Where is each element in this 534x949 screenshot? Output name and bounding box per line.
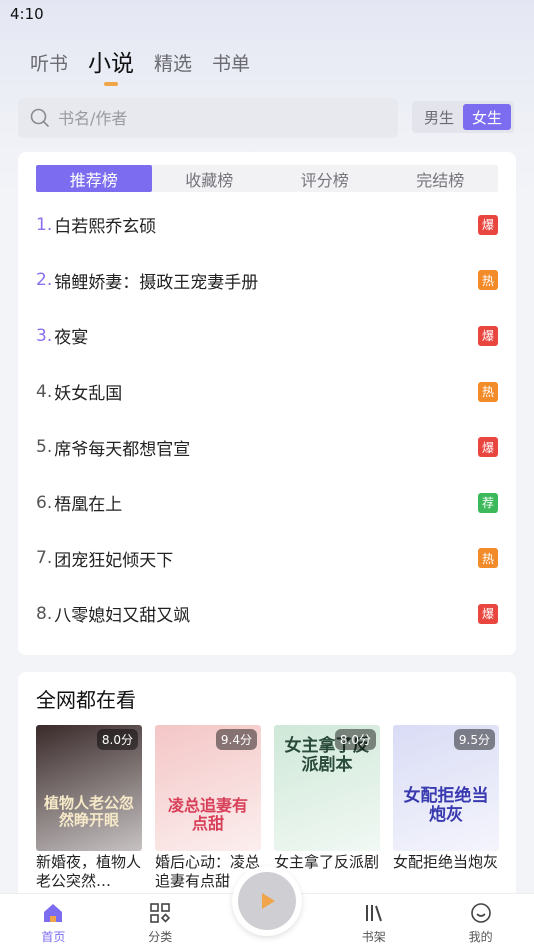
rank-badge: 爆 — [478, 437, 498, 458]
tab-novel[interactable]: 小说 — [88, 50, 134, 78]
book-card[interactable]: 女主拿了反派剧本8.0分女主拿了反派剧本 — [274, 725, 380, 891]
male-button[interactable]: 男生 — [415, 104, 463, 130]
rank-item[interactable]: 7. 团宠狂妃倾天下 热 — [36, 531, 498, 587]
rank-badge: 热 — [478, 381, 498, 402]
rank-number: 3. — [36, 325, 53, 346]
rank-title: 锦鲤娇妻：摄政王宠妻手册 — [54, 272, 259, 293]
rank-badge: 爆 — [478, 603, 498, 624]
rank-number: 2. — [36, 270, 53, 291]
book-score: 9.5分 — [453, 729, 495, 750]
book-cover: 植物人老公忽然睁开眼 8.0分 — [36, 725, 142, 851]
book-cover: 女配拒绝当炮灰 9.5分 — [393, 725, 499, 851]
tab-finished-rank[interactable]: 完结榜 — [383, 165, 499, 192]
rank-number: 7. — [36, 548, 53, 569]
cover-text: 凌总追妻有点甜 — [167, 796, 248, 833]
book-cover: 凌总追妻有点甜 9.4分 — [155, 725, 261, 851]
play-icon — [262, 893, 275, 909]
book-card[interactable]: 女配拒绝当炮灰 9.5分女配拒绝当炮灰 — [393, 725, 499, 891]
ranking-card: 推荐榜 收藏榜 评分榜 完结榜 1. 白若熙乔玄硕爆 2. 锦鲤娇妻：摄政王宠妻手册热… — [18, 152, 516, 655]
rank-number: 4. — [36, 381, 53, 402]
book-title: 新婚夜，植物人老公突然… — [36, 853, 142, 890]
rank-title: 席爷每天都想官宣 — [54, 439, 191, 460]
rank-item[interactable]: 1. 白若熙乔玄硕 爆 — [36, 197, 498, 253]
rank-item[interactable]: 4. 妖女乱国 热 — [36, 364, 498, 420]
nav-mine[interactable]: 我的 — [427, 894, 534, 949]
book-score: 8.0分 — [96, 729, 138, 750]
rank-item[interactable]: 3. 夜宴 爆 — [36, 308, 498, 364]
status-time: 4:10 — [10, 5, 44, 23]
female-button[interactable]: 女生 — [463, 104, 511, 130]
rank-badge: 爆 — [478, 325, 498, 346]
rank-badge: 荐 — [478, 492, 498, 513]
tab-recommend-rank[interactable]: 推荐榜 — [36, 165, 152, 192]
tab-listen[interactable]: 听书 — [30, 50, 68, 78]
category-icon — [150, 903, 171, 923]
cover-text: 植物人老公忽然睁开眼 — [43, 794, 134, 829]
nav-category-label: 分类 — [148, 930, 173, 944]
rank-number: 5. — [36, 437, 53, 458]
tab-score-rank[interactable]: 评分榜 — [267, 165, 383, 192]
rank-title: 白若熙乔玄硕 — [54, 217, 157, 238]
rank-number: 1. — [36, 214, 53, 235]
top-tabs: 听书 小说 精选 书单 — [30, 50, 270, 78]
section-title: 全网都在看 — [36, 688, 136, 712]
rank-item[interactable]: 5. 席爷每天都想官宣 爆 — [36, 419, 498, 475]
rank-title: 梧凰在上 — [54, 495, 123, 516]
rank-badge: 热 — [478, 270, 498, 291]
rank-number: 8. — [36, 603, 53, 624]
play-button-inner — [238, 872, 296, 930]
rank-title: 妖女乱国 — [54, 384, 123, 405]
tab-booklist[interactable]: 书单 — [212, 50, 250, 78]
rank-item[interactable]: 2. 锦鲤娇妻：摄政王宠妻手册 热 — [36, 253, 498, 309]
bookshelf-icon — [365, 905, 382, 922]
rank-title: 八零媳妇又甜又飒 — [54, 606, 191, 627]
rank-list: 1. 白若熙乔玄硕爆 2. 锦鲤娇妻：摄政王宠妻手册热 3. 夜宴爆 4. 妖女乱国热 5. 席爷… — [36, 197, 498, 642]
book-title: 女配拒绝当炮灰 — [393, 853, 499, 871]
nav-shelf[interactable]: 书架 — [320, 894, 427, 949]
rank-number: 6. — [36, 492, 53, 513]
book-card[interactable]: 植物人老公忽然睁开眼 8.0分新婚夜，植物人老公突然… — [36, 725, 142, 891]
search-icon — [30, 108, 49, 127]
rank-item[interactable]: 6. 梧凰在上 荐 — [36, 475, 498, 531]
rank-badge: 爆 — [478, 214, 498, 235]
book-card[interactable]: 凌总追妻有点甜 9.4分 婚后心动：凌总追妻有点甜 — [155, 725, 261, 891]
nav-mine-label: 我的 — [468, 930, 493, 944]
rank-tabs: 推荐榜 收藏榜 评分榜 完结榜 — [36, 165, 498, 192]
book-score: 9.4分 — [215, 729, 257, 750]
nav-home-label: 首页 — [41, 930, 66, 944]
nav-shelf-label: 书架 — [361, 930, 386, 944]
search-input[interactable] — [58, 108, 358, 128]
play-button[interactable] — [232, 866, 302, 936]
search-box[interactable] — [18, 98, 398, 138]
gender-toggle: 男生 女生 — [412, 101, 514, 133]
rank-badge: 热 — [478, 548, 498, 569]
book-cover: 女主拿了反派剧本 8.0分 — [274, 725, 380, 851]
smile-icon — [470, 903, 491, 923]
nav-category[interactable]: 分类 — [107, 894, 214, 949]
home-icon — [44, 904, 63, 922]
tab-featured[interactable]: 精选 — [154, 50, 192, 78]
nav-home[interactable]: 首页 — [0, 894, 107, 949]
rank-title: 夜宴 — [54, 328, 89, 349]
tab-collect-rank[interactable]: 收藏榜 — [152, 165, 268, 192]
rank-item[interactable]: 8. 八零媳妇又甜又飒 爆 — [36, 586, 498, 642]
book-score: 8.0分 — [334, 729, 376, 750]
status-bar: 4:10 — [0, 0, 534, 30]
rank-title: 团宠狂妃倾天下 — [54, 550, 174, 571]
cover-text: 女配拒绝当炮灰 — [403, 786, 489, 825]
